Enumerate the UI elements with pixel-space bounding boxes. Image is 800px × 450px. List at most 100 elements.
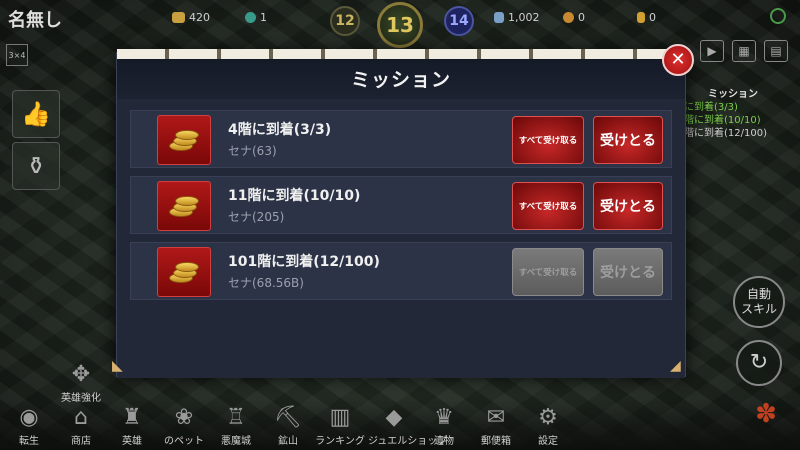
bag-button[interactable]: ⚱ xyxy=(12,142,60,190)
nav-castle[interactable]: ♖ 悪魔城 xyxy=(210,405,262,448)
like-button[interactable]: 👍 xyxy=(12,90,60,138)
mission-row: 11階に到着(10/10) セナ(205) すべて受け取る 受けとる xyxy=(130,176,672,234)
hp-stat: 1,002 xyxy=(494,11,540,24)
nav-rebirth[interactable]: ◉ 転生 xyxy=(3,405,55,448)
layout-toggle[interactable]: 3×4 xyxy=(6,44,28,66)
achievement-button[interactable] xyxy=(770,8,786,24)
castle-icon: ♖ xyxy=(226,405,246,430)
sun-stat: 0 xyxy=(563,11,585,24)
close-button[interactable]: ✕ xyxy=(662,44,694,76)
gold-stat: 420 xyxy=(172,11,210,24)
bg-mission-line-2: 階に到着(10/10) xyxy=(684,115,761,126)
crystal-stat: 0 xyxy=(637,11,656,24)
bottom-nav: ◉ 転生 ⌂ 商店 ♜ 英雄 ❀ のペット ♖ 悪魔城 ⛏ 鉱山 ▥ ランキング ◆ ジュエルシ… xyxy=(0,400,800,450)
claim-button[interactable]: 受けとる xyxy=(593,182,663,230)
nav-shop[interactable]: ⌂ 商店 xyxy=(55,405,107,448)
gem-icon xyxy=(245,12,256,23)
auto-skill-button[interactable]: 自動 スキル xyxy=(733,276,785,328)
hero-boost-button[interactable]: ✥ 英雄強化 xyxy=(56,364,106,405)
shop-icon: ⌂ xyxy=(74,405,88,430)
nav-hero[interactable]: ♜ 英雄 xyxy=(106,405,158,448)
mission-name: 11階に到着(10/10) xyxy=(228,188,361,204)
quick-icons: ▶ ▦ ▤ xyxy=(700,40,788,62)
claim-all-button[interactable]: すべて受け取る xyxy=(512,182,584,230)
ranking-icon: ▥ xyxy=(329,405,351,430)
jewel-shop-icon: ◆ xyxy=(385,405,403,430)
sword-icon xyxy=(494,12,504,23)
nav-relic[interactable]: ♛ 遺物 xyxy=(418,405,470,448)
pet-icon: ❀ xyxy=(174,405,194,430)
calendar-icon[interactable]: ▦ xyxy=(732,40,756,62)
nav-label: 鉱山 xyxy=(278,436,298,447)
rotate-icon: ↻ xyxy=(749,350,769,375)
hp-value: 1,002 xyxy=(508,11,540,24)
mission-row: 101階に到着(12/100) セナ(68.56B) すべて受け取る 受けとる xyxy=(130,242,672,300)
mission-name: 101階に到着(12/100) xyxy=(228,254,380,270)
thumbs-up-icon: 👍 xyxy=(21,100,51,128)
coin-reward-icon xyxy=(157,247,211,297)
nav-label: ジュエルショップ xyxy=(368,436,448,447)
claim-all-button[interactable]: すべて受け取る xyxy=(512,116,584,164)
gold-value: 420 xyxy=(189,11,210,24)
mission-row: 4階に到着(3/3) セナ(63) すべて受け取る 受けとる xyxy=(130,110,672,168)
bg-mission-title: ミッション xyxy=(708,89,758,100)
auto-skill-line-1: 自動 xyxy=(746,287,771,301)
sun-icon xyxy=(563,12,574,23)
money-bag-icon: ⚱ xyxy=(25,152,47,180)
mailbox-icon: ✉ xyxy=(486,405,506,430)
nav-label: 英雄 xyxy=(122,436,142,447)
hero-boost-icon: ✥ xyxy=(71,362,91,387)
mine-icon: ⛏ xyxy=(274,405,302,430)
top-hud: 名無し 420 1 12 13 14 1,002 0 0 xyxy=(0,0,800,48)
nav-label: 設定 xyxy=(538,436,558,447)
nav-label: 遺物 xyxy=(434,436,454,447)
crystal-icon xyxy=(637,12,645,23)
player-name[interactable]: 名無し xyxy=(8,6,62,32)
nav-jewel-shop[interactable]: ◆ ジュエルショップ xyxy=(368,405,448,448)
coin-reward-icon xyxy=(157,181,211,231)
current-floor-orb[interactable]: 13 xyxy=(377,2,423,48)
hero-icon: ♜ xyxy=(122,405,142,430)
nav-label: 郵便箱 xyxy=(481,436,511,447)
gold-icon xyxy=(172,12,185,23)
next-floor-orb[interactable]: 14 xyxy=(444,6,474,36)
rebirth-icon: ◉ xyxy=(19,405,39,430)
mission-reward: セナ(68.56B) xyxy=(228,276,304,290)
coin-reward-icon xyxy=(157,115,211,165)
nav-label: 商店 xyxy=(71,436,91,447)
prev-floor-orb[interactable]: 12 xyxy=(330,6,360,36)
modal-top-border xyxy=(117,49,685,59)
claim-button[interactable]: 受けとる xyxy=(593,116,663,164)
background-mission-panel: ミッション に到着(3/3) 階に到着(10/10) 階に到着(12/100) xyxy=(684,88,767,140)
nav-label: 悪魔城 xyxy=(221,436,251,447)
nav-mailbox[interactable]: ✉ 郵便箱 xyxy=(470,405,522,448)
corner-ornament-right: ◢ xyxy=(670,358,681,374)
bg-mission-line-1: に到着(3/3) xyxy=(684,102,738,113)
nav-label: 転生 xyxy=(19,436,39,447)
auto-skill-line-2: スキル xyxy=(740,302,777,316)
corner-ornament-left: ◣ xyxy=(112,358,123,374)
nav-label: のペット xyxy=(164,436,204,447)
relic-icon: ♛ xyxy=(434,405,454,430)
video-icon[interactable]: ▶ xyxy=(700,40,724,62)
mission-reward: セナ(205) xyxy=(228,210,285,224)
nav-mine[interactable]: ⛏ 鉱山 xyxy=(262,405,314,448)
claim-button-disabled: 受けとる xyxy=(593,248,663,296)
emblem-icon: ✽ xyxy=(755,399,777,429)
rotate-button[interactable]: ↻ xyxy=(736,340,782,386)
mission-name: 4階に到着(3/3) xyxy=(228,122,332,138)
badge-icon xyxy=(770,8,786,24)
nav-ranking[interactable]: ▥ ランキング xyxy=(314,405,366,448)
mission-reward: セナ(63) xyxy=(228,144,277,158)
nav-label: ランキング xyxy=(315,436,365,447)
nav-emblem[interactable]: ✽ xyxy=(740,399,792,429)
bg-mission-line-3: 階に到着(12/100) xyxy=(684,128,767,139)
clipboard-icon[interactable]: ▤ xyxy=(764,40,788,62)
sun-value: 0 xyxy=(578,11,585,24)
gem-value: 1 xyxy=(260,11,267,24)
settings-icon: ⚙ xyxy=(538,405,558,430)
nav-settings[interactable]: ⚙ 設定 xyxy=(522,405,574,448)
nav-pet[interactable]: ❀ のペット xyxy=(158,405,210,448)
modal-title: ミッション xyxy=(350,69,451,91)
gem-stat: 1 xyxy=(245,11,267,24)
